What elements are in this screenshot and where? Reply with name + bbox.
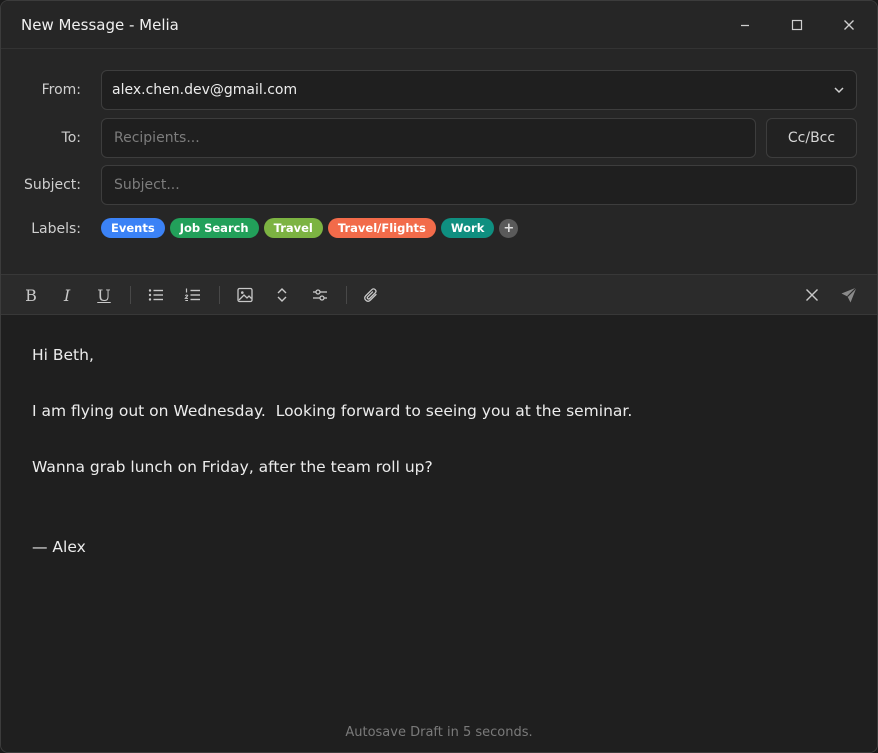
body-paragraph: I am flying out on Wednesday. Looking fo… bbox=[32, 402, 633, 420]
from-row: From: alex.chen.dev@gmail.com bbox=[1, 69, 877, 111]
cc-bcc-button[interactable]: Cc/Bcc bbox=[766, 118, 857, 158]
close-icon bbox=[806, 289, 818, 301]
body-greeting: Hi Beth, bbox=[32, 346, 94, 364]
labels-row: Labels: Events Job Search Travel Travel/… bbox=[1, 215, 519, 243]
from-value: alex.chen.dev@gmail.com bbox=[112, 82, 298, 98]
settings-sliders-button[interactable] bbox=[308, 283, 332, 307]
maximize-icon bbox=[791, 19, 803, 30]
underline-button[interactable]: U bbox=[92, 283, 116, 307]
sliders-icon bbox=[313, 289, 327, 301]
numbered-list-button[interactable] bbox=[181, 283, 205, 307]
body-signature: — Alex bbox=[32, 538, 86, 556]
minimize-icon bbox=[741, 24, 749, 26]
label-chip-travel[interactable]: Travel bbox=[263, 218, 323, 238]
minimize-button[interactable] bbox=[729, 9, 761, 41]
add-label-button[interactable]: + bbox=[499, 218, 519, 238]
labels-label: Labels: bbox=[31, 221, 81, 237]
window-title: New Message - Melia bbox=[21, 15, 179, 34]
from-label: From: bbox=[41, 82, 81, 98]
label-chip-travel-flights[interactable]: Travel/Flights bbox=[327, 218, 436, 238]
body-editor[interactable]: Hi Beth, I am flying out on Wednesday. L… bbox=[32, 341, 847, 561]
from-select[interactable]: alex.chen.dev@gmail.com bbox=[101, 70, 857, 110]
formatting-toolbar: B I U bbox=[1, 274, 877, 315]
subject-field[interactable] bbox=[101, 165, 857, 205]
bold-icon: B bbox=[25, 285, 37, 305]
attach-button[interactable] bbox=[359, 283, 383, 307]
subject-input[interactable] bbox=[112, 176, 856, 194]
close-window-button[interactable] bbox=[833, 9, 865, 41]
bold-button[interactable]: B bbox=[19, 283, 43, 307]
to-row: To: Cc/Bcc bbox=[1, 117, 877, 159]
send-button[interactable] bbox=[837, 283, 861, 307]
send-icon bbox=[841, 287, 857, 303]
subject-row: Subject: bbox=[1, 164, 877, 206]
message-header: From: alex.chen.dev@gmail.com To: Cc/Bcc… bbox=[1, 49, 877, 274]
toolbar-divider bbox=[346, 286, 347, 304]
to-label: To: bbox=[61, 130, 81, 146]
bullet-list-icon bbox=[148, 289, 163, 301]
insert-image-button[interactable] bbox=[233, 283, 257, 307]
to-field[interactable] bbox=[101, 118, 756, 158]
toolbar-divider bbox=[130, 286, 131, 304]
underline-icon: U bbox=[97, 285, 111, 305]
body-paragraph: Wanna grab lunch on Friday, after the te… bbox=[32, 458, 433, 476]
message-body[interactable]: Hi Beth, I am flying out on Wednesday. L… bbox=[1, 315, 877, 752]
label-chips: Events Job Search Travel Travel/Flights … bbox=[101, 218, 519, 238]
chevron-down-icon bbox=[834, 87, 844, 94]
window-controls bbox=[709, 1, 865, 48]
bullet-list-button[interactable] bbox=[144, 283, 168, 307]
close-icon bbox=[844, 19, 854, 30]
discard-button[interactable] bbox=[800, 283, 824, 307]
autosave-status: Autosave Draft in 5 seconds. bbox=[345, 725, 533, 740]
compose-window: New Message - Melia From: alex.chen.dev@… bbox=[0, 0, 878, 753]
numbered-list-icon bbox=[184, 288, 200, 301]
title-bar: New Message - Melia bbox=[1, 1, 877, 49]
label-chip-work[interactable]: Work bbox=[440, 218, 495, 238]
label-chip-job-search[interactable]: Job Search bbox=[169, 218, 259, 238]
subject-label: Subject: bbox=[23, 177, 81, 193]
label-chip-events[interactable]: Events bbox=[101, 218, 165, 238]
expand-button[interactable] bbox=[270, 283, 294, 307]
paperclip-icon bbox=[364, 288, 377, 302]
italic-icon: I bbox=[63, 285, 71, 305]
toolbar-divider bbox=[219, 286, 220, 304]
to-input[interactable] bbox=[112, 129, 755, 147]
chevron-up-down-icon bbox=[277, 288, 287, 302]
italic-button[interactable]: I bbox=[55, 283, 79, 307]
image-icon bbox=[237, 287, 253, 303]
maximize-button[interactable] bbox=[781, 9, 813, 41]
